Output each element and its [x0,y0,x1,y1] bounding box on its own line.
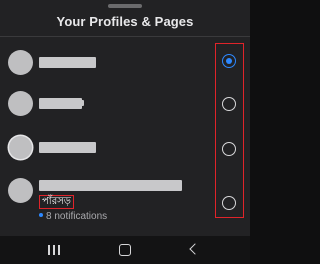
avatar [9,136,32,159]
home-icon [119,244,131,256]
redacted-name [39,142,96,153]
avatar [8,91,33,116]
profile-row[interactable] [0,84,250,124]
profile-row[interactable] [0,127,250,167]
drag-handle[interactable] [108,4,142,8]
avatar [8,50,33,75]
redacted-name [39,98,82,109]
radio-highlight-box [215,43,244,218]
home-button[interactable] [113,240,137,260]
back-icon [189,243,201,255]
redacted-name [39,180,182,191]
screen: Your Profiles & Pages পাঁরসড় 8 notifica… [0,0,250,264]
redacted-name [80,100,84,106]
navigation-bar [0,236,250,264]
profiles-sheet: Your Profiles & Pages পাঁরসড় 8 notifica… [0,0,250,236]
profile-row[interactable] [0,170,250,222]
recents-button[interactable] [42,240,66,260]
recents-icon [48,245,60,255]
sheet-title: Your Profiles & Pages [56,14,194,29]
notification-text: 8 notifications [46,211,108,222]
avatar [8,178,33,203]
redacted-name [39,57,96,68]
divider [0,36,250,37]
profile-row[interactable] [0,42,250,82]
page-name: পাঁরসড় [39,195,74,209]
back-button[interactable] [183,240,207,260]
notification-dot-icon [39,213,43,218]
notification-count: 8 notifications [39,211,107,223]
